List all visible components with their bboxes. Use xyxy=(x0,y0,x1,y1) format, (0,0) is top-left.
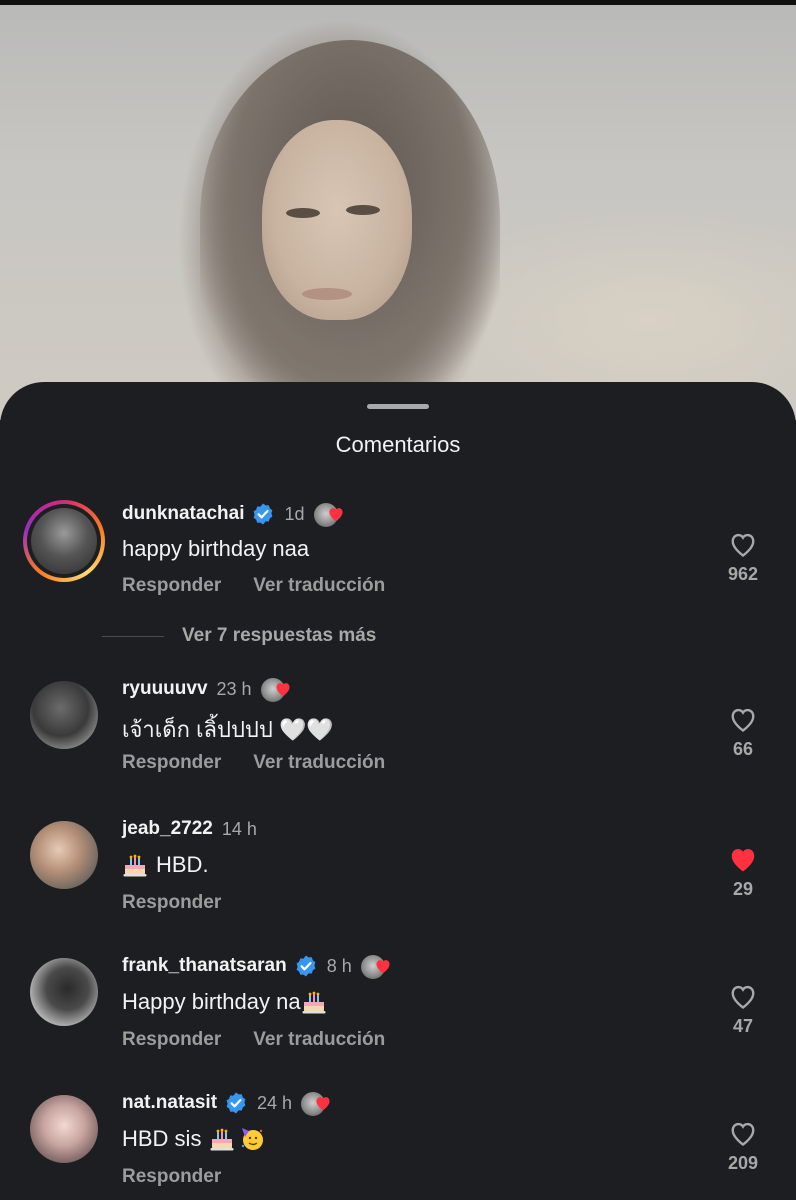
view-more-replies-label[interactable]: Ver 7 respuestas más xyxy=(182,625,376,647)
heart-outline-icon[interactable] xyxy=(728,530,758,558)
comment-time: 1d xyxy=(284,503,305,524)
reply-button[interactable]: Responder xyxy=(122,1166,221,1188)
avatar[interactable] xyxy=(30,821,98,889)
avatar-story-ring[interactable] xyxy=(23,500,105,582)
like-control: 66 xyxy=(716,705,770,760)
verified-badge-icon xyxy=(254,503,273,525)
birthday-cake-icon xyxy=(302,991,326,1014)
verified-badge-icon xyxy=(296,955,316,977)
liked-by-author-badge xyxy=(359,953,398,980)
comment-item: ryuuuuvv 23 h เจ้าเด็ก เลิ้ปปปป 🤍🤍 Respo… xyxy=(0,675,796,795)
like-count: 66 xyxy=(732,739,754,759)
partying-face-icon xyxy=(242,1128,264,1150)
username[interactable]: nat.natasit xyxy=(122,1092,217,1114)
like-count: 962 xyxy=(727,564,759,584)
red-heart-icon xyxy=(276,683,290,697)
username[interactable]: jeab_2722 xyxy=(122,818,213,840)
heart-outline-icon[interactable] xyxy=(728,705,758,733)
birthday-cake-icon xyxy=(123,854,147,877)
heart-outline-icon[interactable] xyxy=(728,1119,758,1147)
see-translation-button[interactable]: Ver traducción xyxy=(253,575,385,597)
comment-text-row: Happy birthday na xyxy=(122,989,327,1015)
view-more-replies[interactable]: Ver 7 respuestas más xyxy=(102,625,376,647)
comment-meta: frank_thanatsaran 8 h xyxy=(122,953,398,980)
replies-divider-line xyxy=(102,635,164,637)
comment-meta: ryuuuuvv 23 h xyxy=(122,676,298,703)
see-translation-button[interactable]: Ver traducción xyxy=(253,1029,385,1051)
like-count: 47 xyxy=(732,1016,754,1036)
comment-actions: Responder Ver traducción xyxy=(122,1029,385,1051)
comments-sheet: Comentarios dunknatachai 1d happy birthd… xyxy=(0,382,796,1200)
birthday-cake-icon xyxy=(210,1128,234,1151)
comment-meta: jeab_2722 14 h xyxy=(122,816,257,842)
photo-eye-right xyxy=(346,205,380,215)
liked-by-author-badge xyxy=(300,1090,338,1117)
avatar[interactable] xyxy=(30,1095,98,1163)
see-translation-button[interactable]: Ver traducción xyxy=(253,752,385,774)
like-control: 47 xyxy=(716,982,770,1037)
reply-button[interactable]: Responder xyxy=(122,752,221,774)
comment-item: frank_thanatsaran 8 h Happy birthday na xyxy=(0,952,796,1072)
comment-text: happy birthday naa xyxy=(122,536,310,561)
comment-text: Happy birthday na xyxy=(122,989,301,1014)
avatar[interactable] xyxy=(30,681,98,749)
status-bar-edge xyxy=(0,0,796,5)
comments-screen: Comentarios dunknatachai 1d happy birthd… xyxy=(0,0,796,1200)
sheet-title: Comentarios xyxy=(335,432,461,457)
like-control: 209 xyxy=(716,1119,770,1174)
comment-actions: Responder xyxy=(122,892,221,914)
comment-text: HBD. xyxy=(156,852,209,877)
like-count: 209 xyxy=(727,1153,759,1173)
like-count: 29 xyxy=(732,879,754,899)
liked-by-author-badge xyxy=(312,501,351,528)
post-photo xyxy=(0,0,796,420)
comment-meta: dunknatachai 1d xyxy=(122,501,351,528)
heart-outline-icon[interactable] xyxy=(728,982,758,1010)
comment-time: 14 h xyxy=(221,818,257,839)
comment-meta: nat.natasit 24 h xyxy=(122,1090,338,1117)
username[interactable]: frank_thanatsaran xyxy=(122,955,287,977)
comment-text-row: HBD. xyxy=(122,852,209,878)
photo-eye-left xyxy=(286,208,320,218)
liked-by-author-badge xyxy=(259,676,298,703)
heart-filled-icon[interactable] xyxy=(728,845,758,873)
verified-badge-icon xyxy=(226,1092,246,1114)
red-heart-icon xyxy=(316,1097,330,1111)
drag-handle[interactable] xyxy=(367,404,429,409)
red-heart-icon xyxy=(376,960,390,974)
like-control: 29 xyxy=(716,845,770,900)
reply-button[interactable]: Responder xyxy=(122,892,221,914)
avatar-ring-gap xyxy=(27,504,101,578)
comment-actions: Responder Ver traducción xyxy=(122,752,385,774)
photo-lips xyxy=(302,288,352,300)
avatar[interactable] xyxy=(30,958,98,1026)
like-control: 962 xyxy=(716,530,770,585)
comment-actions: Responder Ver traducción xyxy=(122,575,385,597)
comment-text: HBD sis xyxy=(122,1126,202,1151)
reply-button[interactable]: Responder xyxy=(122,1029,221,1051)
red-heart-icon xyxy=(328,508,343,522)
reply-button[interactable]: Responder xyxy=(122,575,221,597)
avatar xyxy=(31,508,97,574)
username[interactable]: dunknatachai xyxy=(122,503,244,525)
comment-text: เจ้าเด็ก เลิ้ปปปป 🤍🤍 xyxy=(122,717,334,742)
comment-time: 24 h xyxy=(257,1092,293,1113)
comment-time: 23 h xyxy=(216,678,252,699)
comment-item: dunknatachai 1d happy birthday naa Respo… xyxy=(0,500,796,620)
username[interactable]: ryuuuuvv xyxy=(122,678,208,700)
comment-time: 8 h xyxy=(326,955,352,976)
comment-actions: Responder xyxy=(122,1166,221,1188)
comment-item: nat.natasit 24 h HBD sis Responder 209 xyxy=(0,1089,796,1200)
comment-text-row: HBD sis xyxy=(122,1126,265,1152)
comment-item: jeab_2722 14 h HBD. Responder 29 xyxy=(0,815,796,935)
